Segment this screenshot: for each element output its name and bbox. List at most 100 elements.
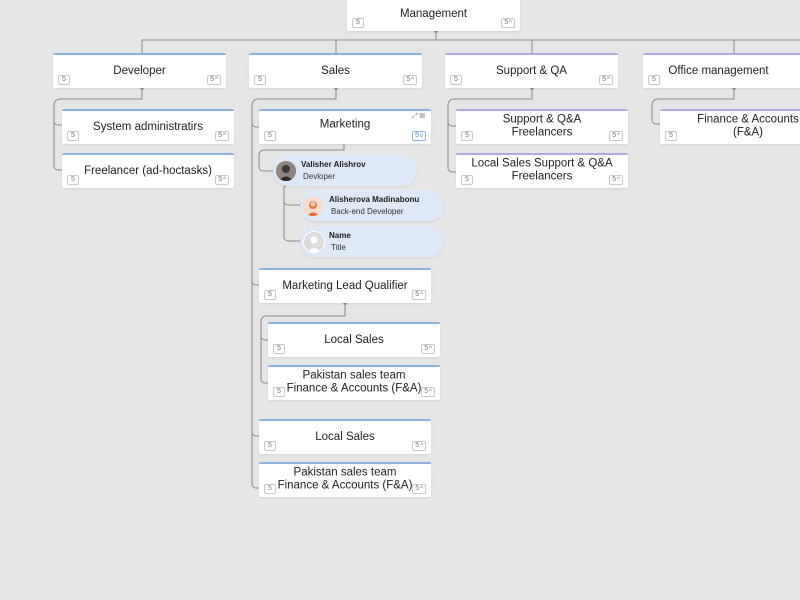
chevron-up-icon: ^: [429, 346, 432, 352]
person-title: Title: [331, 243, 346, 252]
node-pakistan-sales-team[interactable]: Pakistan sales team Finance & Accounts (…: [268, 365, 440, 400]
member-count-badge: 5: [67, 175, 79, 185]
node-office-management[interactable]: Office management 5: [643, 53, 800, 88]
collapse-children-button[interactable]: 5 ^: [501, 18, 515, 28]
node-finance-accounts[interactable]: Finance & Accounts (F&A) 5: [660, 109, 800, 144]
collapse-children-button[interactable]: 5 ^: [599, 75, 613, 85]
children-count: 5: [218, 176, 223, 183]
collapse-children-button[interactable]: 5 ^: [403, 75, 417, 85]
collapse-children-button[interactable]: 5 ^: [421, 344, 435, 354]
children-count: 5: [415, 442, 420, 449]
node-support-qa-freelancers[interactable]: Support & Q&A Freelancers 5 5 ^: [456, 109, 628, 144]
member-count-badge: 5: [264, 441, 276, 451]
member-count-badge: 5: [461, 131, 473, 141]
collapse-children-button[interactable]: 5 ^: [207, 75, 221, 85]
children-count: 5: [602, 76, 607, 83]
children-count: 5: [406, 76, 411, 83]
children-count: 5: [218, 132, 223, 139]
node-label: Local Sales: [324, 333, 384, 346]
person-name: Name: [329, 231, 351, 240]
node-local-sales[interactable]: Local Sales 5 5 ^: [259, 419, 431, 454]
node-label: Marketing Lead Qualifier: [282, 279, 408, 292]
person-name: Valisher Alishrov: [301, 160, 366, 169]
node-management[interactable]: Management 5 5 ^: [347, 0, 520, 31]
children-count: 5: [612, 176, 617, 183]
children-count: 5: [424, 345, 429, 352]
node-system-administrators[interactable]: System administratirs 5 5 ^: [62, 109, 234, 144]
node-local-sales-support[interactable]: Local Sales Support & Q&A Freelancers 5 …: [456, 153, 628, 188]
illustrated-avatar-icon: [303, 195, 323, 216]
node-marketing[interactable]: Marketing ⤢ ▤ 5 5v: [259, 109, 431, 144]
person-card[interactable]: Name Title: [300, 226, 444, 257]
member-count-badge: 5: [273, 344, 285, 354]
chevron-up-icon: ^: [420, 443, 423, 449]
chevron-down-icon: v: [420, 133, 423, 139]
member-count-badge: 5: [273, 387, 285, 397]
collapse-children-button[interactable]: 5 ^: [609, 131, 623, 141]
member-count-badge: 5: [450, 75, 462, 85]
member-count-badge: 5: [352, 18, 364, 28]
chevron-up-icon: ^: [617, 133, 620, 139]
node-label: Pakistan sales team Finance & Accounts (…: [286, 369, 422, 395]
node-local-sales[interactable]: Local Sales 5 5 ^: [268, 322, 440, 357]
chevron-up-icon: ^: [223, 133, 226, 139]
children-count: 5: [415, 485, 420, 492]
person-title: Back-end Developer: [331, 207, 404, 216]
member-count-badge: 5: [254, 75, 266, 85]
collapse-children-button[interactable]: 5 ^: [412, 441, 426, 451]
collapse-children-button[interactable]: 5 ^: [421, 387, 435, 397]
node-label: Freelancer (ad-hoctasks): [84, 164, 212, 177]
node-label: Local Sales: [315, 430, 375, 443]
collapse-children-button[interactable]: 5 ^: [412, 290, 426, 300]
node-support-qa[interactable]: Support & QA 5 5 ^: [445, 53, 618, 88]
node-marketing-lead-qualifier[interactable]: Marketing Lead Qualifier 5 5 ^: [259, 268, 431, 303]
member-count-badge: 5: [461, 175, 473, 185]
member-count-badge: 5: [67, 131, 79, 141]
chevron-up-icon: ^: [429, 389, 432, 395]
node-label: Local Sales Support & Q&A Freelancers: [471, 157, 613, 183]
chevron-up-icon: ^: [411, 77, 414, 83]
chevron-up-icon: ^: [509, 20, 512, 26]
node-freelancer[interactable]: Freelancer (ad-hoctasks) 5 5 ^: [62, 153, 234, 188]
children-count: 5: [210, 76, 215, 83]
node-label: Finance & Accounts (F&A): [697, 113, 799, 139]
chevron-up-icon: ^: [420, 486, 423, 492]
placeholder-avatar-icon: [303, 230, 325, 253]
chevron-up-icon: ^: [607, 77, 610, 83]
person-card[interactable]: Alisherova Madinabonu Back-end Developer: [300, 190, 444, 221]
chevron-up-icon: ^: [223, 177, 226, 183]
person-name: Alisherova Madinabonu: [329, 195, 420, 204]
member-count-badge: 5: [648, 75, 660, 85]
collapse-children-button[interactable]: 5 ^: [215, 131, 229, 141]
collapse-children-button[interactable]: 5 ^: [215, 175, 229, 185]
node-tools-icon[interactable]: ⤢ ▤: [412, 113, 425, 121]
member-count-badge: 5: [264, 131, 276, 141]
node-label: Support & Q&A Freelancers: [502, 113, 582, 139]
photo-avatar-icon: [276, 160, 296, 181]
person-title: Devloper: [303, 172, 336, 181]
node-label: Management: [399, 7, 468, 20]
children-count: 5: [504, 19, 509, 26]
collapse-children-button[interactable]: 5 ^: [609, 175, 623, 185]
node-label: System administratirs: [93, 120, 203, 133]
children-count: 5: [415, 132, 419, 139]
children-count: 5: [612, 132, 617, 139]
node-sales[interactable]: Sales 5 5 ^: [249, 53, 422, 88]
person-card[interactable]: Valisher Alishrov Devloper: [273, 155, 417, 186]
children-count: 5: [424, 388, 429, 395]
member-count-badge: 5: [665, 131, 677, 141]
node-label: Support & QA: [496, 64, 567, 77]
node-label: Developer: [113, 64, 166, 77]
expand-children-button[interactable]: 5v: [412, 131, 426, 141]
chevron-up-icon: ^: [420, 292, 423, 298]
collapse-children-button[interactable]: 5 ^: [412, 484, 426, 494]
children-count: 5: [415, 291, 420, 298]
node-pakistan-sales-team[interactable]: Pakistan sales team Finance & Accounts (…: [259, 462, 431, 497]
member-count-badge: 5: [264, 290, 276, 300]
node-developer[interactable]: Developer 5 5 ^: [53, 53, 226, 88]
chevron-up-icon: ^: [215, 77, 218, 83]
node-label: Pakistan sales team Finance & Accounts (…: [277, 466, 413, 492]
chevron-up-icon: ^: [617, 177, 620, 183]
node-label: Marketing: [319, 117, 371, 130]
node-label: Sales: [321, 64, 350, 77]
